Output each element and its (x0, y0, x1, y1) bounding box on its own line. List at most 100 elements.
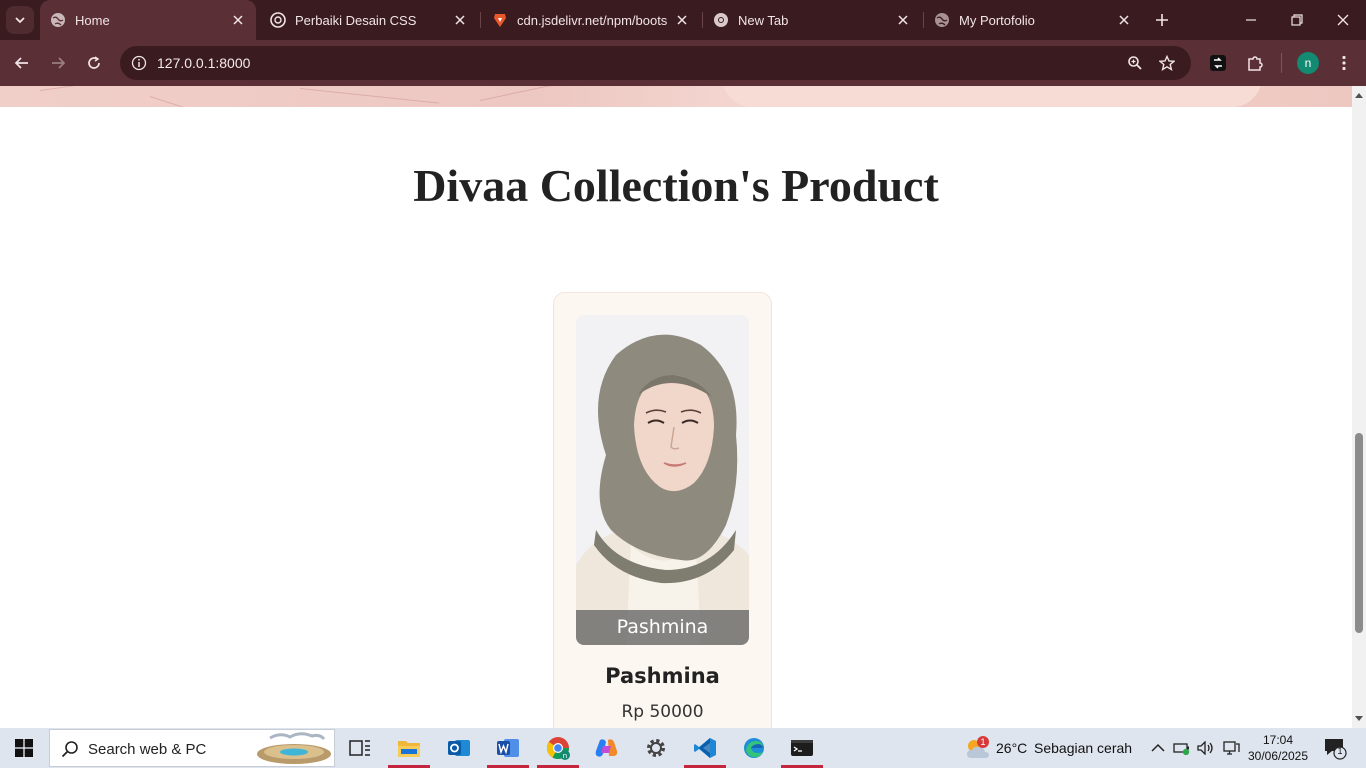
speaker-icon (1197, 741, 1213, 755)
plus-icon (1156, 14, 1168, 26)
chrome-button[interactable]: n (534, 728, 582, 768)
openai-icon (270, 12, 286, 28)
vscode-button[interactable] (681, 728, 729, 768)
toolbar-separator (1281, 53, 1282, 73)
file-explorer-button[interactable] (385, 728, 433, 768)
search-icon (60, 739, 80, 759)
tab-title: Perbaiki Desain CSS (295, 12, 417, 28)
tab-home[interactable]: Home (40, 0, 256, 40)
edge-icon (744, 738, 764, 758)
network-status[interactable] (1219, 728, 1243, 768)
forward-button[interactable] (44, 49, 72, 77)
browser-toolbar: 127.0.0.1:8000 n (0, 40, 1366, 86)
svg-text:n: n (563, 752, 567, 760)
close-icon[interactable] (230, 12, 246, 28)
extension-icon[interactable] (1206, 51, 1230, 75)
decorative-line (479, 86, 588, 101)
terminal-icon (791, 740, 813, 756)
close-window-button[interactable] (1320, 0, 1366, 40)
start-button[interactable] (4, 728, 44, 768)
outlook-button[interactable] (435, 728, 483, 768)
hero-banner-bottom (0, 86, 1352, 107)
battery-icon (1173, 743, 1190, 755)
brave-icon (492, 12, 508, 28)
settings-button[interactable] (632, 728, 680, 768)
globe-icon (50, 12, 66, 28)
tab-perbaiki-desain-css[interactable]: Perbaiki Desain CSS (260, 0, 478, 40)
tab-title: Home (75, 12, 110, 28)
notification-count: 1 (1337, 746, 1343, 756)
weather-description[interactable]: Sebagian cerah (1034, 740, 1132, 756)
product-price: Rp 50000 (621, 702, 704, 722)
clock-date: 30/06/2025 (1247, 749, 1309, 763)
battery-status[interactable] (1170, 728, 1194, 768)
restore-icon (1291, 14, 1303, 26)
tab-title: New Tab (738, 12, 789, 28)
vscode-icon (694, 738, 716, 758)
decorative-line (149, 96, 236, 107)
bookmark-star-icon[interactable] (1156, 52, 1178, 74)
url-text[interactable]: 127.0.0.1:8000 (157, 55, 250, 71)
close-icon[interactable] (895, 12, 911, 28)
copilot-icon (595, 739, 618, 757)
tab-title: My Portofolio (959, 12, 1035, 28)
close-icon[interactable] (674, 12, 690, 28)
task-view-button[interactable] (336, 728, 384, 768)
weather-alert-badge: 1 (977, 736, 989, 748)
clock-time: 17:04 (1262, 733, 1294, 747)
taskbar-search[interactable]: Search web & PC (49, 729, 335, 767)
tab-cdn-jsdelivr[interactable]: cdn.jsdelivr.net/npm/bootstr (482, 0, 700, 40)
tab-search-button[interactable] (6, 6, 34, 34)
copilot-button[interactable] (583, 728, 631, 768)
volume-control[interactable] (1194, 728, 1218, 768)
close-icon[interactable] (452, 12, 468, 28)
tab-new-tab[interactable]: New Tab (703, 0, 921, 40)
terminal-button[interactable] (778, 728, 826, 768)
puzzle-icon[interactable] (1243, 51, 1267, 75)
edge-button[interactable] (730, 728, 778, 768)
close-icon[interactable] (1116, 12, 1132, 28)
windows-taskbar: Search web & PC n 1 26°C Sebagian cerah … (0, 728, 1366, 768)
back-button[interactable] (8, 49, 36, 77)
minimize-button[interactable] (1228, 0, 1274, 40)
chrome-icon: n (547, 737, 570, 760)
tab-title: cdn.jsdelivr.net/npm/bootstr (517, 12, 667, 28)
page-scrollbar[interactable] (1352, 86, 1366, 728)
tab-my-portofolio[interactable]: My Portofolio (924, 0, 1142, 40)
word-button[interactable] (484, 728, 532, 768)
scrollbar-thumb[interactable] (1355, 433, 1363, 633)
restore-button[interactable] (1274, 0, 1320, 40)
system-clock[interactable]: 17:04 30/06/2025 (1244, 732, 1312, 764)
product-card[interactable]: Pashmina Pashmina Rp 50000 (553, 292, 772, 728)
arrow-right-icon (52, 57, 66, 69)
product-image[interactable]: Pashmina (576, 315, 749, 645)
new-tab-button[interactable] (1150, 8, 1174, 32)
scroll-up-icon[interactable] (1354, 90, 1364, 100)
product-photo (576, 315, 749, 645)
scroll-down-icon[interactable] (1354, 714, 1364, 724)
search-placeholder: Search web & PC (88, 741, 207, 758)
zoom-icon[interactable] (1124, 52, 1146, 74)
product-name: Pashmina (605, 664, 720, 688)
site-info-icon[interactable] (128, 52, 150, 74)
word-icon (497, 739, 519, 757)
task-view-icon (349, 740, 370, 756)
network-icon (1223, 741, 1240, 755)
tray-overflow-button[interactable] (1146, 728, 1170, 768)
search-highlight-image (257, 732, 331, 764)
profile-avatar[interactable]: n (1297, 52, 1319, 74)
globe-icon (934, 12, 950, 28)
reload-button[interactable] (80, 49, 108, 77)
hero-image-edge (722, 86, 1262, 107)
weather-temp[interactable]: 26°C (996, 740, 1027, 756)
outlook-icon (448, 740, 470, 756)
notification-center-button[interactable]: 1 (1323, 736, 1347, 760)
menu-dots-icon[interactable] (1332, 51, 1356, 75)
address-bar[interactable]: 127.0.0.1:8000 (120, 46, 1191, 80)
tab-separator (480, 12, 481, 28)
close-icon (1337, 14, 1349, 26)
page-viewport: Divaa Collection's Product Pashmina Pash… (0, 86, 1352, 728)
chevron-down-icon (15, 17, 25, 24)
folder-icon (398, 741, 420, 757)
product-image-caption: Pashmina (576, 610, 749, 645)
